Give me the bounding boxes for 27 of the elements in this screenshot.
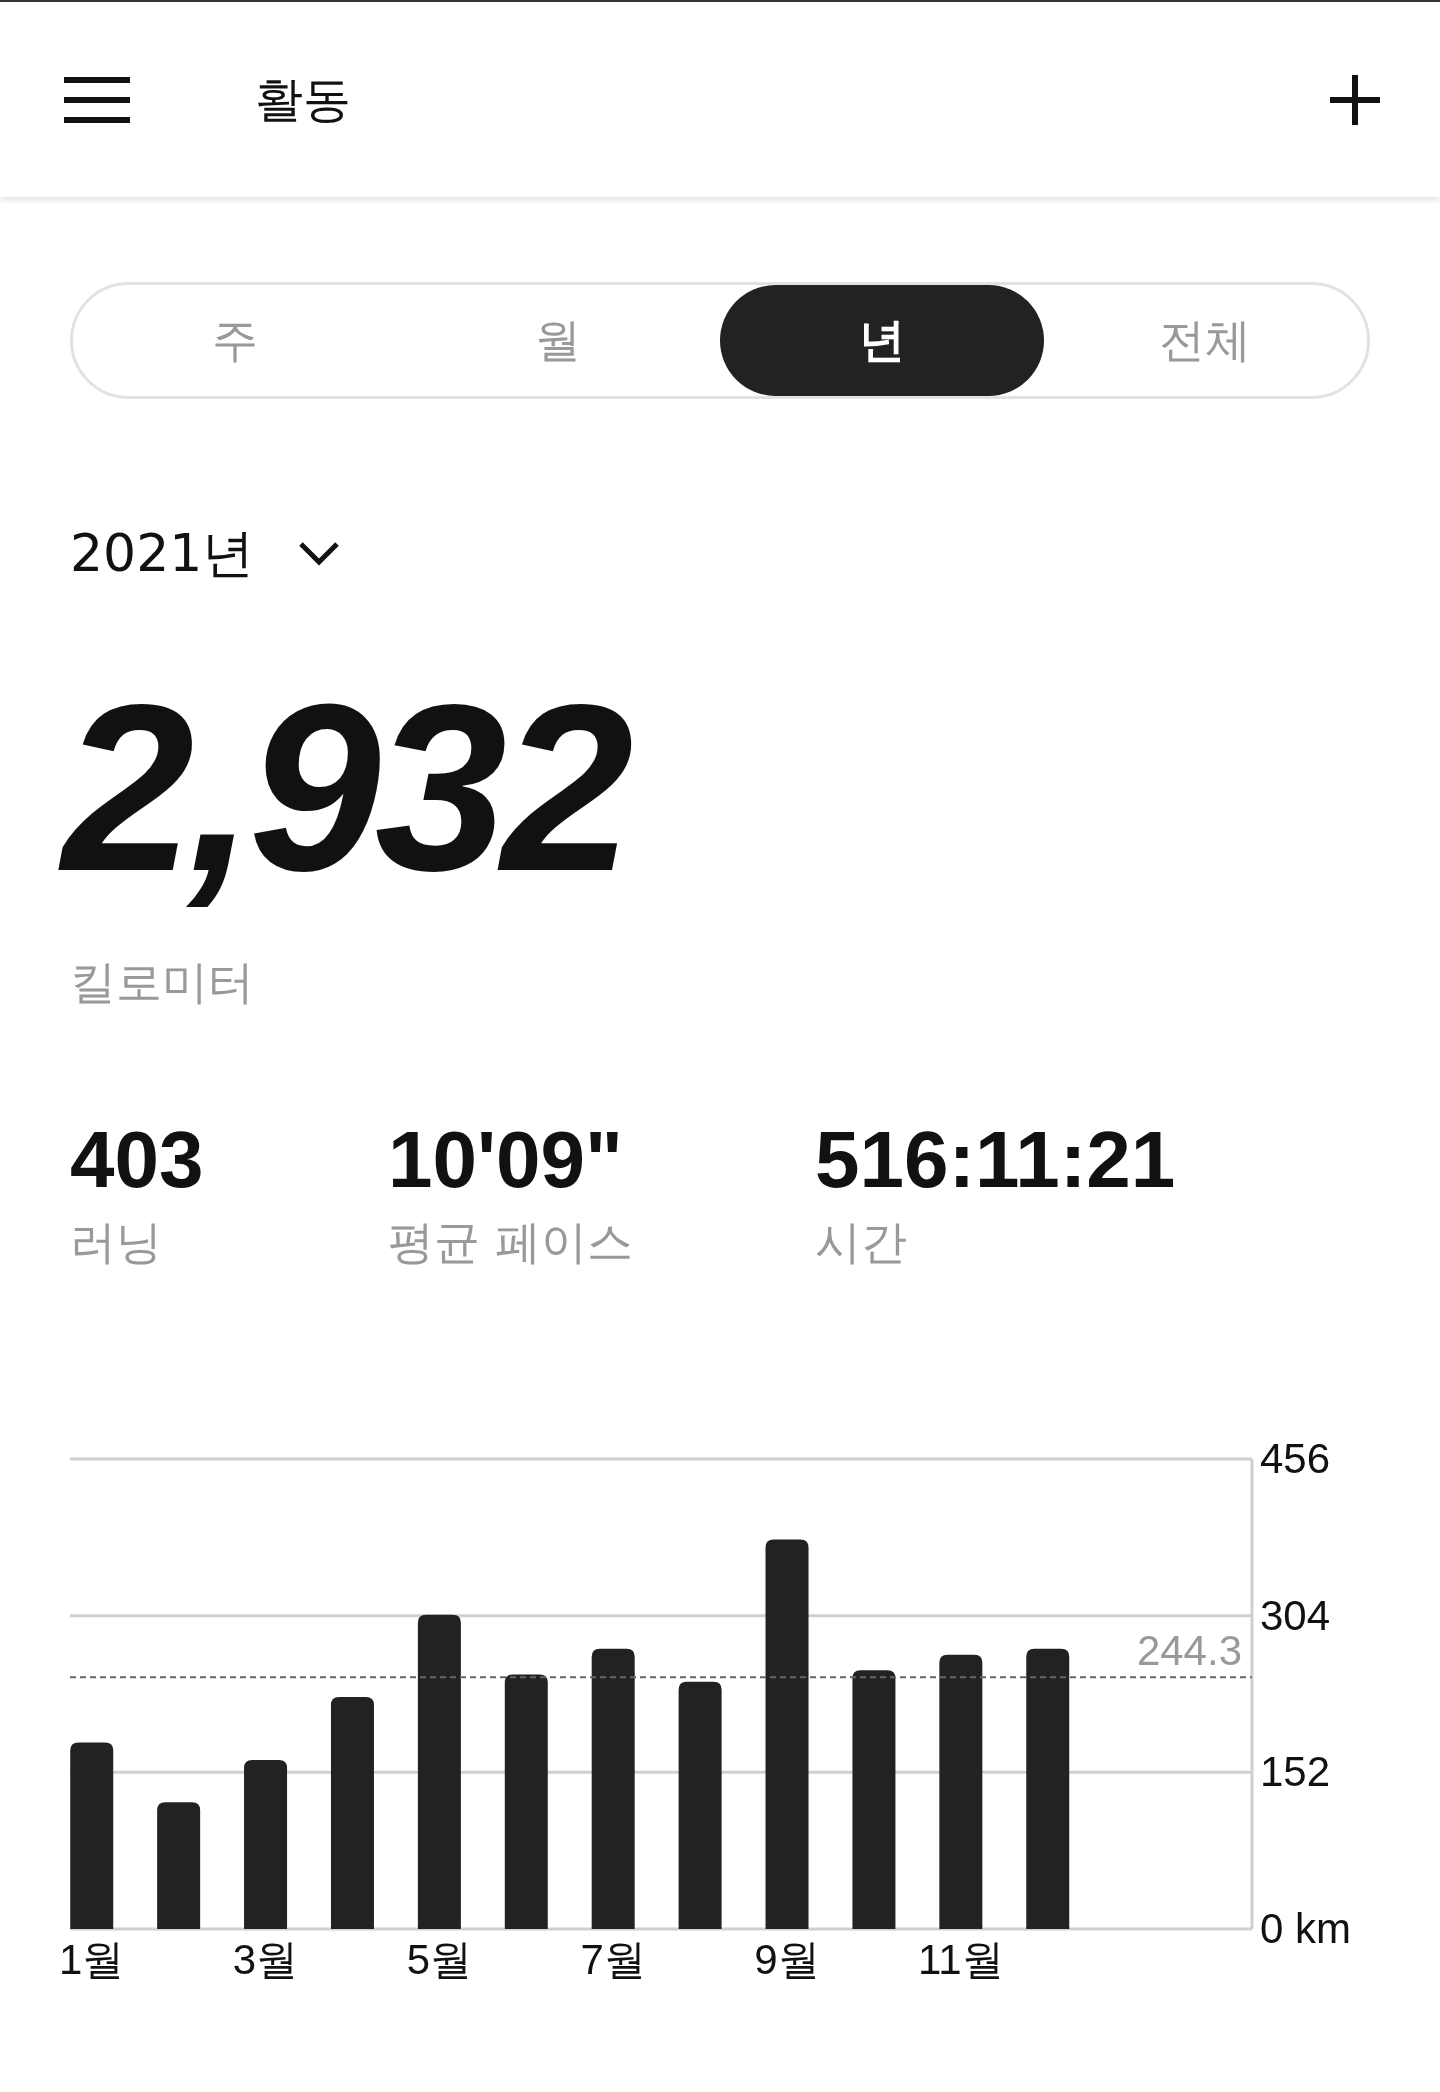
distance-unit: 킬로미터 — [70, 954, 255, 1011]
stat-label: 평균 페이스 — [388, 1214, 634, 1271]
add-icon[interactable] — [1330, 74, 1380, 125]
stat-value: 10'09" — [388, 1114, 624, 1206]
period-tab[interactable]: 년 — [720, 285, 1044, 396]
menu-icon[interactable] — [64, 76, 130, 123]
axis-label: 304 — [1260, 1591, 1331, 1639]
axis-label: 7월 — [580, 1936, 646, 1983]
axis-label: 5월 — [406, 1936, 473, 1983]
period-tab[interactable]: 월 — [396, 285, 720, 396]
stat-value: 403 — [70, 1114, 205, 1206]
page-title: 활동 — [255, 69, 352, 129]
axis-label: 1월 — [59, 1936, 125, 1983]
period-tab[interactable]: 전체 — [1043, 285, 1367, 396]
stat-label: 러닝 — [70, 1214, 163, 1271]
stat-value: 516:11:21 — [815, 1114, 1177, 1206]
year-label[interactable]: 2021년 — [70, 519, 255, 589]
axis-label: 11월 — [918, 1936, 1004, 1983]
axis-label: 456 — [1260, 1439, 1331, 1482]
axis-label: 3월 — [232, 1936, 299, 1983]
average-label: 244.3 — [1136, 1627, 1242, 1675]
axis-label: 152 — [1260, 1748, 1331, 1796]
axis-label: 0 km — [1260, 1905, 1351, 1952]
chevron-down-icon[interactable] — [299, 542, 340, 566]
axis-label: 9월 — [754, 1936, 820, 1983]
stat-label: 시간 — [815, 1214, 908, 1271]
period-tab[interactable]: 주 — [73, 285, 397, 396]
